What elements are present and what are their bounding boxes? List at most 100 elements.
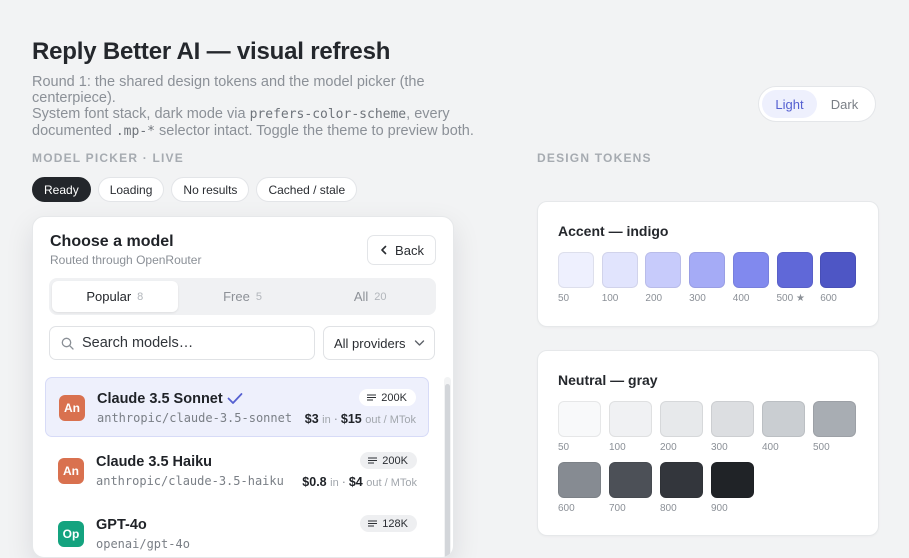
color-swatch bbox=[776, 252, 813, 288]
model-row[interactable]: Op GPT-4o openai/gpt-4o 128K bbox=[45, 504, 429, 557]
tab-label: All bbox=[353, 289, 369, 304]
price-separator: · bbox=[333, 412, 338, 426]
context-badge: 128K bbox=[360, 515, 417, 532]
picker-title: Choose a model bbox=[50, 233, 174, 250]
model-tabs: Popular 8 Free 5 All 20 bbox=[49, 278, 436, 315]
lines-icon bbox=[368, 520, 378, 527]
provider-filter-select[interactable]: All providers bbox=[323, 326, 435, 360]
model-price: $3 in · $15 out / MTok bbox=[305, 412, 416, 426]
model-name: Claude 3.5 Haiku bbox=[96, 454, 213, 470]
color-swatch bbox=[660, 462, 703, 498]
price-in-label: in bbox=[330, 477, 339, 489]
color-swatch bbox=[820, 252, 857, 288]
picker-subtitle: Routed through OpenRouter bbox=[50, 253, 202, 267]
swatch-label: 500 bbox=[813, 442, 830, 453]
color-swatch bbox=[689, 252, 726, 288]
tab-all[interactable]: All 20 bbox=[307, 281, 433, 312]
color-swatch bbox=[711, 462, 754, 498]
context-badge: 200K bbox=[360, 452, 417, 469]
swatch-label: 200 bbox=[645, 293, 663, 304]
color-swatch bbox=[645, 252, 682, 288]
swatch-label: 100 bbox=[601, 293, 619, 304]
price-out-label: out / MTok bbox=[366, 477, 417, 489]
price-out-label: out / MTok bbox=[365, 414, 416, 426]
accent-card-title: Accent — indigo bbox=[558, 223, 669, 239]
price-in-label: in bbox=[322, 414, 331, 426]
price-out: $15 bbox=[340, 412, 362, 426]
swatch-label: 600 bbox=[558, 503, 575, 514]
theme-light-button[interactable]: Light bbox=[762, 90, 817, 118]
price-in: $3 bbox=[304, 412, 319, 426]
model-id: anthropic/claude-3.5-haiku bbox=[96, 474, 284, 488]
color-swatch bbox=[558, 252, 594, 288]
provider-avatar: An bbox=[59, 395, 85, 421]
search-icon bbox=[61, 337, 74, 350]
page-title: Reply Better AI — visual refresh bbox=[32, 38, 391, 65]
swatch-label: 800 bbox=[660, 503, 677, 514]
neutral-token-card: Neutral — gray 50 100 200 300 400 500 600 700 80… bbox=[537, 350, 879, 536]
neutral-card-title: Neutral — gray bbox=[558, 372, 658, 388]
model-name: GPT-4o bbox=[96, 517, 147, 533]
color-swatch bbox=[601, 252, 638, 288]
model-id: openai/gpt-4o bbox=[96, 537, 190, 551]
context-size: 128K bbox=[382, 517, 408, 530]
color-swatch bbox=[609, 462, 652, 498]
provider-filter-value: All providers bbox=[334, 335, 406, 351]
tab-label: Popular bbox=[86, 289, 132, 304]
swatch-label: 50 bbox=[558, 293, 570, 304]
context-size: 200K bbox=[381, 391, 407, 404]
accent-token-card: Accent — indigo 50 100 200 300 400 500 ★ 600 bbox=[537, 201, 879, 327]
tab-count: 20 bbox=[374, 290, 387, 303]
model-picker-panel: Choose a model Routed through OpenRouter… bbox=[32, 216, 454, 558]
state-chip-cached-stale[interactable]: Cached / stale bbox=[256, 177, 358, 202]
tab-count: 8 bbox=[137, 290, 144, 303]
swatch-label: 700 bbox=[609, 503, 626, 514]
context-badge: 200K bbox=[359, 389, 416, 406]
search-input[interactable] bbox=[82, 335, 302, 351]
price-out: $4 bbox=[348, 475, 363, 489]
price-separator: · bbox=[341, 475, 346, 489]
swatch-label: 400 bbox=[732, 293, 750, 304]
tab-count: 5 bbox=[255, 290, 262, 303]
model-picker-section-label: MODEL PICKER · LIVE bbox=[32, 151, 184, 165]
color-swatch bbox=[762, 401, 805, 437]
theme-toggle: Light Dark bbox=[758, 86, 876, 122]
search-box bbox=[49, 326, 315, 360]
model-row[interactable]: An Claude 3.5 Sonnet anthropic/claude-3.… bbox=[45, 377, 429, 437]
model-id: anthropic/claude-3.5-sonnet bbox=[97, 411, 293, 425]
provider-avatar: Op bbox=[58, 521, 84, 547]
model-row[interactable]: An Claude 3.5 Haiku anthropic/claude-3.5… bbox=[45, 441, 429, 501]
page-subtitle: Round 1: the shared design tokens and th… bbox=[32, 74, 474, 139]
theme-dark-button[interactable]: Dark bbox=[817, 90, 872, 118]
tab-label: Free bbox=[223, 289, 250, 304]
swatch-label: 900 bbox=[711, 503, 728, 514]
state-chip-loading[interactable]: Loading bbox=[97, 177, 165, 202]
design-tokens-section-label: DESIGN TOKENS bbox=[537, 151, 652, 165]
swatch-label: 600 bbox=[820, 293, 837, 304]
tab-popular[interactable]: Popular 8 bbox=[52, 281, 178, 312]
provider-avatar: An bbox=[58, 458, 84, 484]
tab-free[interactable]: Free 5 bbox=[180, 281, 306, 312]
color-swatch bbox=[711, 401, 754, 437]
back-button[interactable]: Back bbox=[367, 235, 436, 265]
color-swatch bbox=[732, 252, 769, 288]
color-swatch bbox=[609, 401, 652, 437]
lines-icon bbox=[368, 457, 378, 464]
state-chip-no-results[interactable]: No results bbox=[171, 177, 250, 202]
color-swatch bbox=[558, 401, 601, 437]
swatch-label: 50 bbox=[558, 442, 570, 453]
back-button-label: Back bbox=[395, 242, 424, 258]
color-swatch bbox=[660, 401, 703, 437]
swatch-label: 200 bbox=[660, 442, 677, 453]
color-swatch bbox=[558, 462, 601, 498]
chevron-left-icon bbox=[381, 245, 387, 255]
swatch-label: 300 bbox=[711, 442, 728, 453]
swatch-label: 300 bbox=[689, 293, 706, 304]
state-chip-ready[interactable]: Ready bbox=[32, 177, 91, 202]
price-in: $0.8 bbox=[302, 475, 327, 489]
swatch-label: 400 bbox=[762, 442, 779, 453]
checkmark-icon bbox=[227, 393, 243, 404]
chevron-down-icon bbox=[414, 340, 424, 346]
state-chip-group: Ready Loading No results Cached / stale bbox=[32, 177, 358, 202]
scrollbar-thumb[interactable] bbox=[445, 384, 450, 557]
